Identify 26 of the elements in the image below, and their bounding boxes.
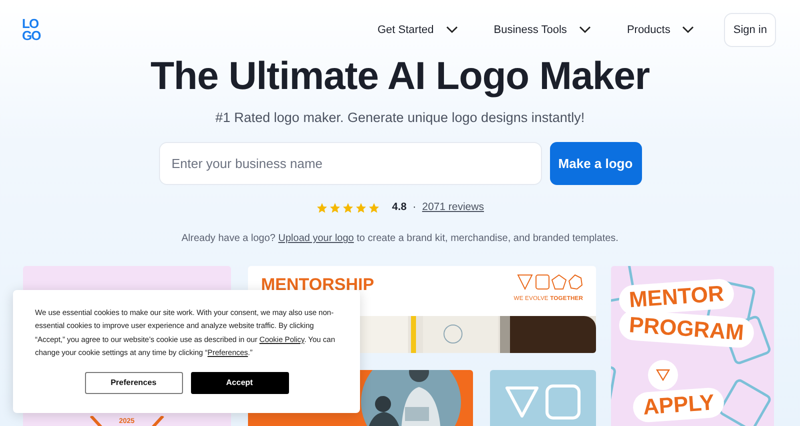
nav-menu-item[interactable]: Business Tools <box>494 22 591 38</box>
preferences-button[interactable]: Preferences <box>84 372 182 394</box>
star-icon <box>342 202 354 214</box>
business-name-field[interactable]: Enter your business name <box>158 142 542 186</box>
accept-button[interactable]: Accept <box>190 372 288 394</box>
upload-logo-link[interactable]: Upload your logo <box>278 233 354 244</box>
star-icon <box>368 202 380 214</box>
page-title: The Ultimate AI Logo Maker <box>149 54 651 100</box>
shield-icon <box>87 416 167 426</box>
subtitle: #1 Rated logo maker. Generate unique logo designs instantly! <box>214 109 586 127</box>
upload-note: Already have a logo? Upload your logo to create a brand kit, merchandise, and branded templates. <box>180 232 620 246</box>
star-icon <box>316 202 328 214</box>
separator: · <box>412 200 416 216</box>
rating-score: 4.8 <box>392 200 407 216</box>
sign-in-button[interactable]: Sign in <box>724 12 776 48</box>
logo[interactable]: LO GO <box>22 18 40 42</box>
reviews-link[interactable]: 2071 reviews <box>422 200 484 216</box>
make-logo-button[interactable]: Make a logo <box>550 142 642 186</box>
badge-icon <box>648 360 678 390</box>
shapes-icon <box>517 274 583 290</box>
nav-menu-item[interactable]: Get Started <box>378 22 458 38</box>
poster-text: APPLY <box>632 386 726 424</box>
star-icon <box>329 202 341 214</box>
template-heading: MENTORSHIP <box>261 274 374 296</box>
star-icon <box>355 202 367 214</box>
nav-menu-item[interactable]: Products <box>626 22 694 38</box>
